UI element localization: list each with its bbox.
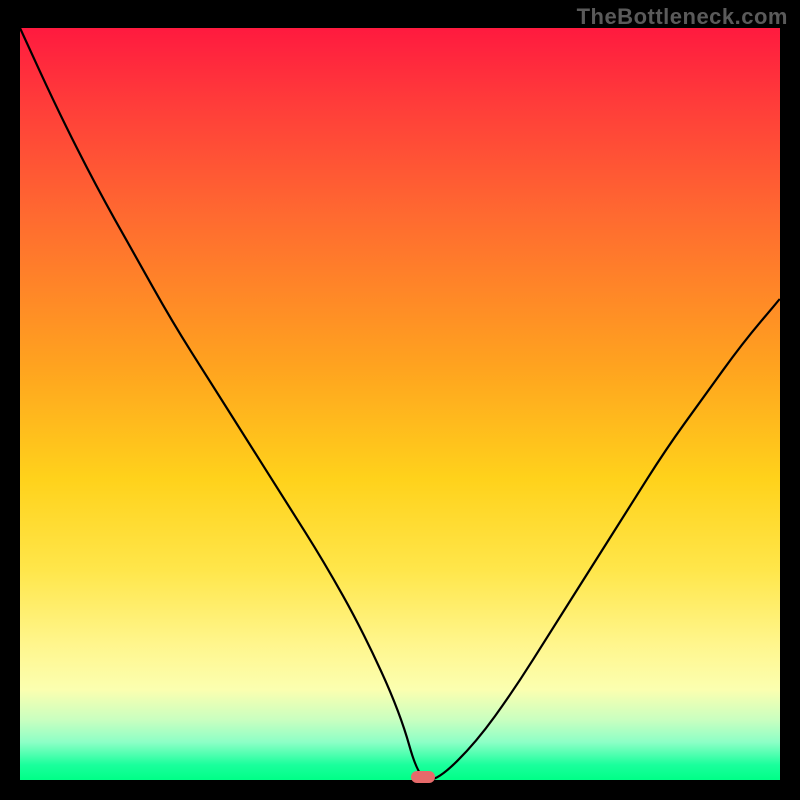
optimal-marker [411, 771, 435, 783]
plot-area [20, 28, 780, 780]
curve-path [20, 28, 780, 780]
bottleneck-curve [20, 28, 780, 780]
watermark-text: TheBottleneck.com [577, 4, 788, 30]
chart-frame: TheBottleneck.com [0, 0, 800, 800]
